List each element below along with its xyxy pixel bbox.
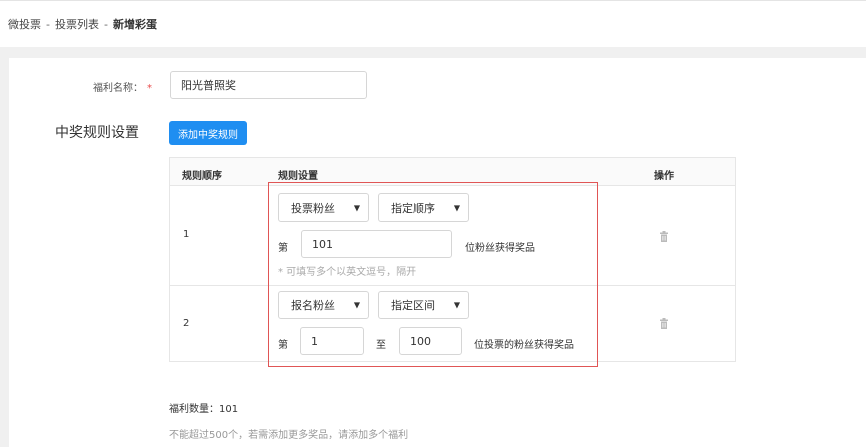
header-order: 规则顺序 [182, 171, 222, 182]
welfare-count: 福利数量：101 [169, 404, 239, 415]
rank-prefix: 第 [278, 243, 288, 254]
range-to-input[interactable]: 100 [399, 327, 462, 355]
breadcrumb-item-vote-list[interactable]: 投票列表 [55, 16, 99, 32]
welfare-name-label-text: 福利名称： [93, 83, 143, 94]
fan-type-value: 报名粉丝 [291, 299, 335, 312]
trash-icon[interactable] [659, 231, 669, 242]
table-header: 规则顺序 规则设置 操作 [170, 158, 735, 186]
required-mark: * [147, 83, 152, 94]
header-action: 操作 [654, 171, 674, 182]
breadcrumb-current: 新增彩蛋 [112, 18, 157, 31]
breadcrumb-separator: - [46, 18, 50, 31]
welfare-name-value: 阳光普照奖 [181, 79, 236, 92]
caret-down-icon: ▼ [453, 300, 460, 310]
input-hint: * 可填写多个以英文逗号，隔开 [278, 267, 417, 278]
mode-value: 指定顺序 [391, 201, 435, 215]
mode-select[interactable]: 指定区间 ▼ [378, 291, 469, 319]
row-divider [170, 285, 735, 286]
fan-type-select[interactable]: 投票粉丝 ▼ [278, 193, 369, 222]
rules-table: 规则顺序 规则设置 操作 1 投票粉丝 ▼ 指定顺序 ▼ 第 101 位粉丝获得… [169, 157, 736, 362]
caret-down-icon: ▼ [353, 203, 360, 212]
range-from-value: 1 [311, 334, 318, 348]
range-from-input[interactable]: 1 [300, 327, 364, 355]
range-to-label: 至 [376, 340, 386, 351]
rank-input[interactable]: 101 [301, 230, 452, 258]
mode-value: 指定区间 [391, 299, 435, 312]
range-suffix: 位投票的粉丝获得奖品 [474, 340, 574, 351]
rank-value: 101 [312, 237, 333, 251]
range-prefix: 第 [278, 340, 288, 351]
add-rule-button[interactable]: 添加中奖规则 [169, 121, 247, 145]
row-order: 2 [183, 318, 190, 329]
mode-select[interactable]: 指定顺序 ▼ [378, 193, 469, 222]
welfare-name-input[interactable]: 阳光普照奖 [170, 71, 367, 99]
fan-type-select[interactable]: 报名粉丝 ▼ [278, 291, 369, 319]
row-order: 1 [183, 229, 190, 240]
caret-down-icon: ▼ [353, 300, 360, 310]
limit-note: 不能超过500个，若需添加更多奖品，请添加多个福利 [169, 430, 409, 441]
header-setting: 规则设置 [278, 171, 318, 182]
breadcrumb-separator: - [103, 18, 108, 31]
top-header: 微投票 - 投票列表 - 新增彩蛋 [0, 0, 866, 47]
main-panel: 福利名称： * 阳光普照奖 中奖规则设置 添加中奖规则 规则顺序 规则设置 操作 … [9, 58, 866, 447]
rules-section-title: 中奖规则设置 [55, 125, 139, 141]
fan-type-value: 投票粉丝 [291, 201, 335, 215]
caret-down-icon: ▼ [453, 203, 460, 212]
breadcrumb: 微投票 - 投票列表 - 新增彩蛋 [8, 16, 157, 32]
range-to-value: 100 [410, 334, 431, 348]
breadcrumb-item-vote[interactable]: 微投票 [8, 16, 41, 32]
welfare-name-label: 福利名称： * [93, 79, 152, 94]
rank-suffix: 位粉丝获得奖品 [465, 243, 535, 254]
trash-icon[interactable] [659, 318, 669, 329]
